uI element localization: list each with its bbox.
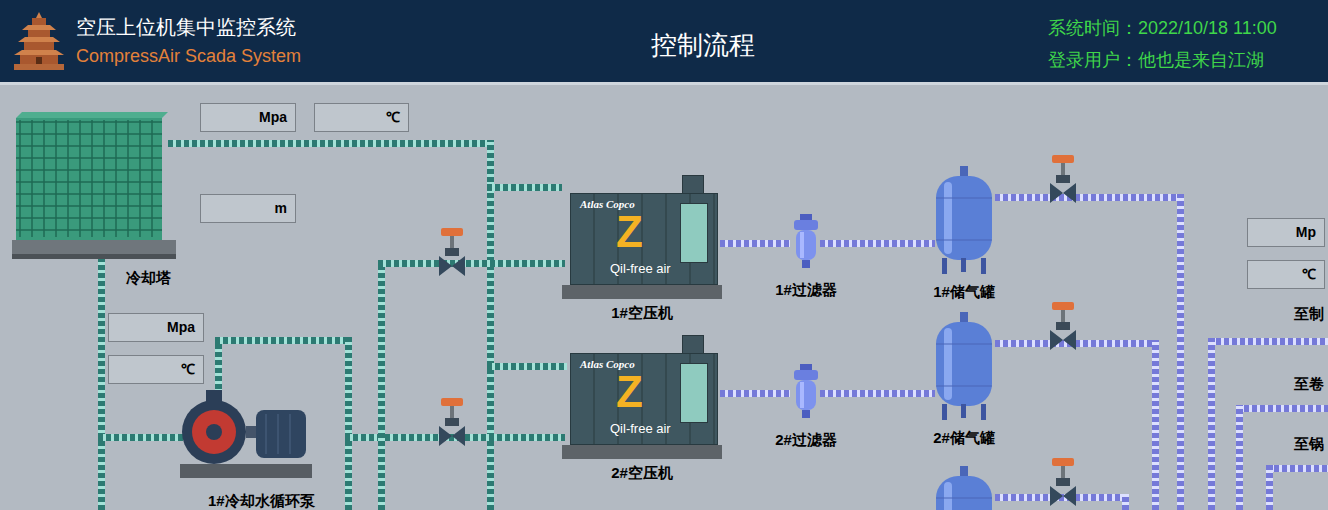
filter-icon <box>788 214 824 272</box>
tank-label: 1#储气罐 <box>919 282 1009 302</box>
air-pipe <box>1208 338 1328 345</box>
system-subtitle: CompressAir Scada System <box>76 44 301 68</box>
air-compressor[interactable]: Atlas CopcoZQil-free air <box>568 335 724 461</box>
readout-box: ℃ <box>108 355 204 384</box>
air-pipe <box>995 194 1180 201</box>
process-canvas: 冷却塔1#冷却水循环泵Mpa℃mMpa℃Mp℃Atlas CopcoZQil-f… <box>0 88 1328 510</box>
readout-box: ℃ <box>1247 260 1325 289</box>
air-pipe <box>1152 340 1159 510</box>
air-pipe <box>1208 338 1215 510</box>
destination-label: 至制 <box>1294 304 1324 324</box>
water-pipe <box>215 337 222 397</box>
water-pipe <box>98 434 183 441</box>
readout-unit: ℃ <box>1302 265 1316 284</box>
air-pipe <box>1122 494 1129 510</box>
cooling-tower-label: 冷却塔 <box>126 268 171 288</box>
control-panel <box>680 203 708 263</box>
air-pipe <box>720 390 790 397</box>
compressor-stack <box>682 175 704 195</box>
pagoda-logo-icon <box>8 10 70 72</box>
air-compressor[interactable]: Atlas CopcoZQil-free air <box>568 175 724 301</box>
valve-icon <box>437 398 467 446</box>
readout-unit: Mpa <box>167 318 195 337</box>
water-pipe <box>378 260 385 510</box>
valve-icon <box>437 228 467 276</box>
destination-label: 至锅 <box>1294 434 1324 454</box>
readout-unit: Mp <box>1296 223 1316 242</box>
readout-box: ℃ <box>314 103 409 132</box>
water-pipe <box>378 260 565 267</box>
compressor-caption: Qil-free air <box>610 421 671 437</box>
valve-icon <box>1048 155 1078 203</box>
readout-box: Mp <box>1247 218 1325 247</box>
destination-label: 至卷 <box>1294 374 1324 394</box>
water-pipe <box>487 363 567 370</box>
compressor-label: 1#空压机 <box>564 303 720 323</box>
readout-unit: m <box>275 199 287 218</box>
compressor-base <box>562 445 722 459</box>
compressor-base <box>562 285 722 299</box>
air-pipe <box>1266 465 1328 472</box>
readout-box: m <box>200 194 296 223</box>
filter-label: 2#过滤器 <box>761 430 851 450</box>
pump-label: 1#冷却水循环泵 <box>208 492 315 510</box>
cooling-tower-icon <box>12 112 176 262</box>
user-name: 他也是来自江湖 <box>1138 48 1264 72</box>
water-pipe <box>487 184 562 191</box>
compressor-mark: Z <box>616 369 643 415</box>
air-pipe <box>820 390 935 397</box>
compressor-label: 2#空压机 <box>564 463 720 483</box>
air-pipe <box>995 340 1158 347</box>
filter-icon <box>788 364 824 422</box>
valve-icon <box>1048 302 1078 350</box>
readout-unit: Mpa <box>259 108 287 127</box>
page-title: 控制流程 <box>600 28 805 62</box>
compressor-caption: Qil-free air <box>610 261 671 277</box>
water-pipe <box>168 140 490 147</box>
readout-unit: ℃ <box>181 360 195 379</box>
compressor-stack <box>682 335 704 355</box>
system-time: 2022/10/18 11:00 <box>1138 16 1277 40</box>
control-panel <box>680 363 708 423</box>
air-tank-icon <box>930 166 998 276</box>
water-pipe <box>487 140 494 510</box>
water-pipe <box>345 337 352 510</box>
readout-box: Mpa <box>200 103 296 132</box>
water-pipe <box>98 255 105 510</box>
air-tank-icon <box>930 466 998 510</box>
air-pipe <box>1266 465 1273 510</box>
circulation-pump-icon <box>176 386 314 486</box>
filter-label: 1#过滤器 <box>761 280 851 300</box>
air-pipe <box>1177 194 1184 510</box>
readout-unit: ℃ <box>386 108 400 127</box>
header: 空压上位机集中监控系统 CompressAir Scada System 控制流… <box>0 0 1328 85</box>
air-pipe <box>1236 405 1243 510</box>
valve-icon <box>1048 458 1078 506</box>
water-pipe <box>215 337 348 344</box>
compressor-mark: Z <box>616 209 643 255</box>
tank-label: 2#储气罐 <box>919 428 1009 448</box>
system-title: 空压上位机集中监控系统 <box>76 14 301 40</box>
time-label: 系统时间： <box>1048 16 1138 40</box>
air-tank-icon <box>930 312 998 422</box>
readout-box: Mpa <box>108 313 204 342</box>
air-pipe <box>820 240 935 247</box>
air-pipe <box>720 240 790 247</box>
user-label: 登录用户： <box>1048 48 1138 72</box>
air-pipe <box>1236 405 1328 412</box>
